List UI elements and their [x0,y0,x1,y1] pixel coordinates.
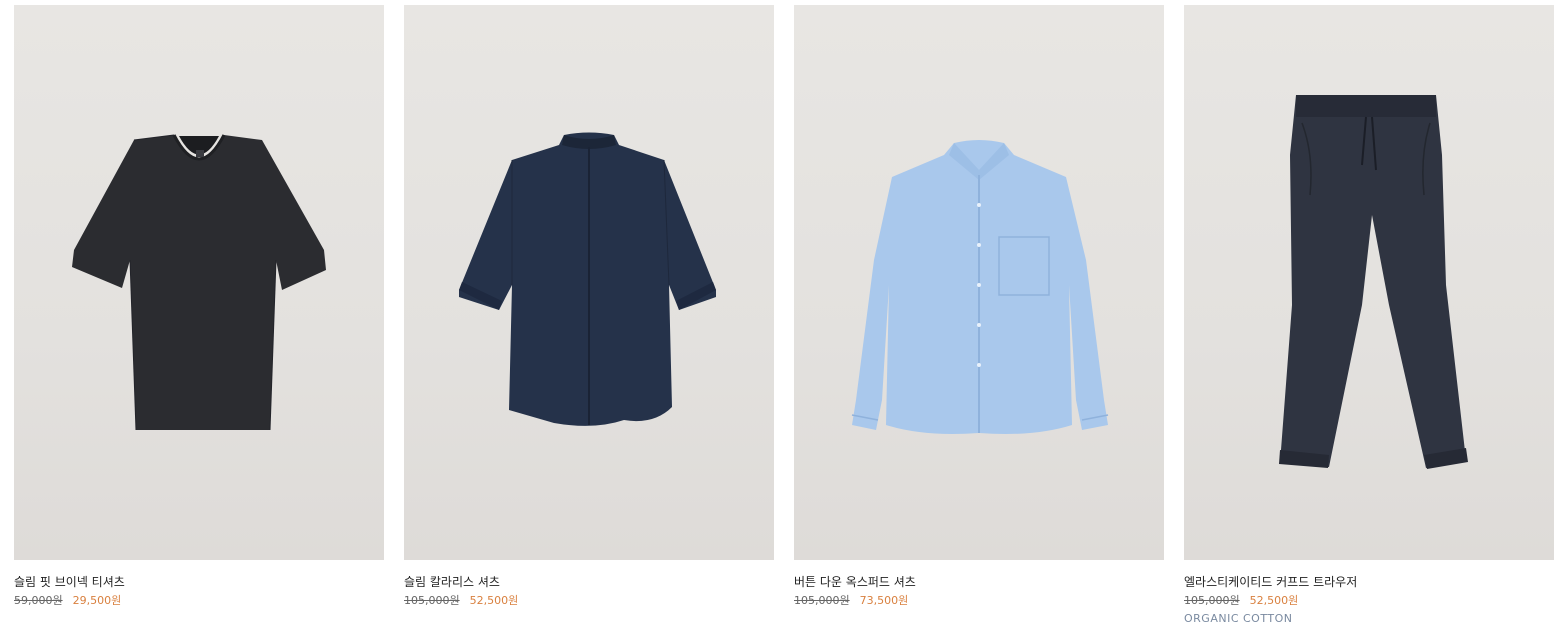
sale-price: 52,500원 [1249,594,1299,607]
product-prices: 105,000원 52,500원 [404,594,774,608]
sale-price: 29,500원 [72,594,122,607]
original-price: 105,000원 [794,594,850,607]
original-price: 59,000원 [14,594,63,607]
product-card[interactable]: 슬림 칼라리스 셔츠 105,000원 52,500원 [404,5,774,626]
product-name[interactable]: 엘라스티케이티드 커프드 트라우저 [1184,574,1554,590]
product-prices: 59,000원 29,500원 [14,594,384,608]
original-price: 105,000원 [404,594,460,607]
product-prices: 105,000원 52,500원 [1184,594,1554,608]
sale-price: 52,500원 [469,594,519,607]
oxford-shirt-image [851,140,1109,434]
product-card[interactable]: 버튼 다운 옥스퍼드 셔츠 105,000원 73,500원 [794,5,1164,626]
product-name[interactable]: 슬림 핏 브이넥 티셔츠 [14,574,384,590]
product-image[interactable] [14,5,384,560]
original-price: 105,000원 [1184,594,1240,607]
product-card[interactable]: 슬림 핏 브이넥 티셔츠 59,000원 29,500원 [14,5,384,626]
trousers-image [1279,95,1468,469]
product-name[interactable]: 버튼 다운 옥스퍼드 셔츠 [794,574,1164,590]
tshirt-image [72,134,326,431]
product-name[interactable]: 슬림 칼라리스 셔츠 [404,574,774,590]
sale-price: 73,500원 [859,594,909,607]
product-grid: 슬림 핏 브이넥 티셔츠 59,000원 29,500원 슬림 칼라리스 셔츠 1… [14,5,1554,626]
product-image[interactable] [404,5,774,560]
product-image[interactable] [1184,5,1554,560]
product-image[interactable] [794,5,1164,560]
product-tag: ORGANIC COTTON [1184,612,1293,625]
product-card[interactable]: 엘라스티케이티드 커프드 트라우저 105,000원 52,500원 ORGANI… [1184,5,1554,626]
product-prices: 105,000원 73,500원 [794,594,1164,608]
shirt-image [459,132,716,426]
